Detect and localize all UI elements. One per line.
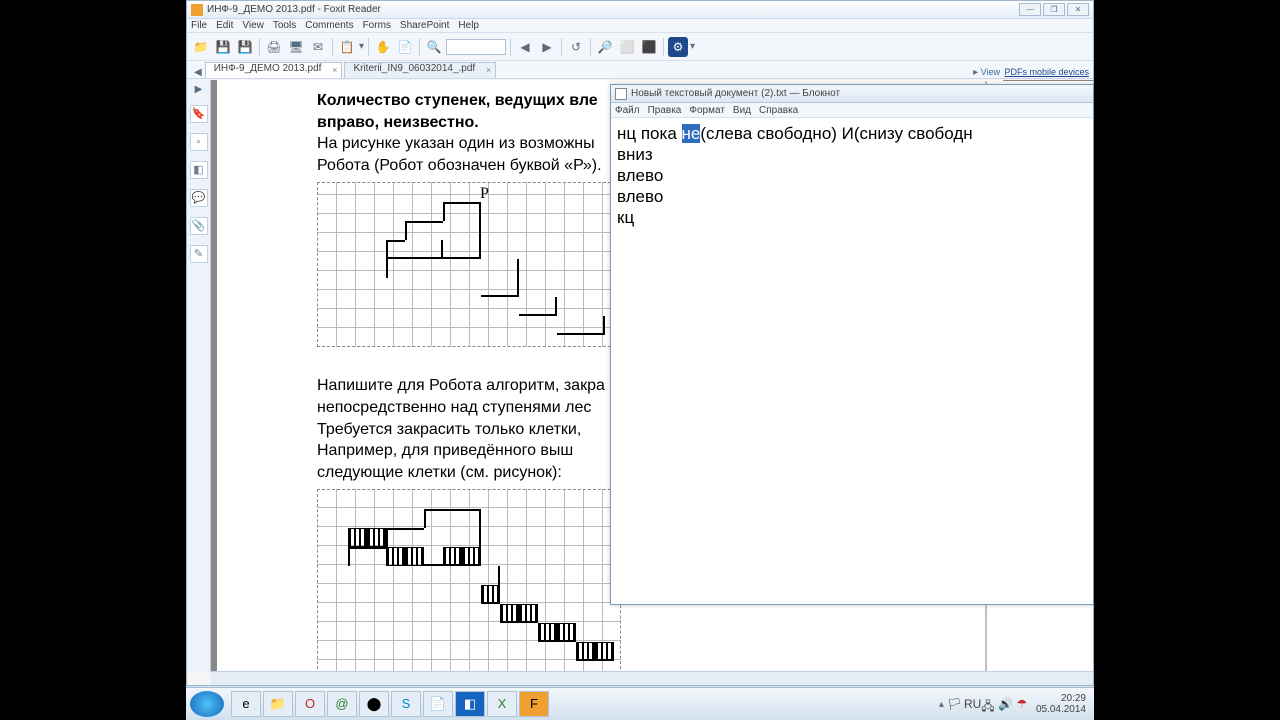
tray-clock[interactable]: 20:29 05.04.2014 [1032,693,1090,715]
task-app-icon[interactable]: ◧ [455,691,485,717]
monitor-icon[interactable]: 🖥 [286,37,306,57]
menu-help[interactable]: Help [458,20,479,31]
task-skype-icon[interactable]: S [391,691,421,717]
pages-icon[interactable]: ▫ [190,133,208,151]
task-chrome-icon[interactable]: ⬤ [359,691,389,717]
menu-view[interactable]: View [242,20,264,31]
attachments-icon[interactable]: 📎 [190,217,208,235]
np-menu-file[interactable]: Файл [615,105,640,116]
layers-icon[interactable]: ◧ [190,161,208,179]
figure-1: Р [317,182,621,347]
tray-flag-icon[interactable]: 🏳 [947,697,961,711]
toolbar: 📁 💾 💾 🖨 🖥 ✉ 📋 ▾ ✋ 📄 🔍 ◀ ▶ ↺ 🔎 ⬜ ⬛ [187,33,1093,61]
menu-forms[interactable]: Forms [363,20,391,31]
notepad-menubar: Файл Правка Формат Вид Справка [611,103,1093,118]
text-selection: не [682,124,701,143]
tray-sound-icon[interactable]: 🔊 [998,697,1012,711]
task-excel-icon[interactable]: X [487,691,517,717]
tray-expand-icon[interactable]: ▴ [939,699,944,710]
open-icon[interactable]: 📁 [191,37,211,57]
task-mail-icon[interactable]: @ [327,691,357,717]
notepad-window[interactable]: Новый текстовый документ (2).txt — Блокн… [610,84,1094,605]
np-menu-format[interactable]: Формат [689,105,725,116]
settings-icon[interactable]: ⚙ [668,37,688,57]
notepad-textarea[interactable]: нц пока не(слева свободно) И(снизу свобо… [611,118,1093,235]
hand-icon[interactable]: ✋ [373,37,393,57]
zoom-icon[interactable]: 🔎 [595,37,615,57]
prev-page-icon[interactable]: ◀ [515,37,535,57]
app-icon [191,4,203,16]
task-explorer-icon[interactable]: 📁 [263,691,293,717]
titlebar[interactable]: ИНФ-9_ДЕМО 2013.pdf - Foxit Reader — ❐ ✕ [187,1,1093,19]
task-ie-icon[interactable]: e [231,691,261,717]
close-button[interactable]: ✕ [1067,3,1089,16]
search-input[interactable] [446,39,506,55]
document-tab[interactable]: ИНФ-9_ДЕМО 2013.pdf× [205,62,343,78]
task-opera-icon[interactable]: O [295,691,325,717]
np-menu-help[interactable]: Справка [759,105,798,116]
select-text-icon[interactable]: 📄 [395,37,415,57]
save-icon[interactable]: 💾 [213,37,233,57]
menu-file[interactable]: File [191,20,207,31]
bookmarks-icon[interactable]: 🔖 [190,105,208,123]
fit-width-icon[interactable]: ⬛ [639,37,659,57]
tabbar: ◀ ИНФ-9_ДЕМО 2013.pdf× Kriterii_IN9_0603… [187,61,1093,79]
tray-network-icon[interactable]: 🖧 [981,697,995,711]
np-menu-view[interactable]: Вид [733,105,751,116]
menu-comments[interactable]: Comments [305,20,353,31]
close-tab-icon[interactable]: × [332,65,337,75]
fit-icon[interactable]: ⬜ [617,37,637,57]
email-icon[interactable]: ✉ [308,37,328,57]
signatures-icon[interactable]: ✎ [190,245,208,263]
system-tray[interactable]: ▴ 🏳 RU 🖧 🔊 ☂ 20:29 05.04.2014 [939,693,1090,715]
robot-label: Р [480,185,489,203]
task-foxit-icon[interactable]: F [519,691,549,717]
promo-link[interactable]: ▸ View PDFs mobile devices [973,67,1089,78]
tray-lang[interactable]: RU [964,697,978,711]
clipboard-icon[interactable]: 📋 [337,37,357,57]
start-button[interactable] [190,691,224,717]
minimize-button[interactable]: — [1019,3,1041,16]
next-page-icon[interactable]: ▶ [537,37,557,57]
menu-tools[interactable]: Tools [273,20,296,31]
close-tab-icon[interactable]: × [486,65,491,75]
task-notepad-icon[interactable]: 📄 [423,691,453,717]
notepad-title: Новый текстовый документ (2).txt — Блокн… [631,88,840,99]
menu-sharepoint[interactable]: SharePoint [400,20,449,31]
document-tab[interactable]: Kriterii_IN9_06032014_.pdf× [344,62,496,78]
save-all-icon[interactable]: 💾 [235,37,255,57]
maximize-button[interactable]: ❐ [1043,3,1065,16]
find-icon[interactable]: 🔍 [424,37,444,57]
rotate-left-icon[interactable]: ↺ [566,37,586,57]
print-icon[interactable]: 🖨 [264,37,284,57]
figure-2 [317,489,621,671]
sidebar: ▶ 🔖 ▫ ◧ 💬 📎 ✎ [187,80,211,672]
menubar: File Edit View Tools Comments Forms Shar… [187,19,1093,33]
taskbar[interactable]: e 📁 O @ ⬤ S 📄 ◧ X F ▴ 🏳 RU 🖧 🔊 ☂ 20:29 0… [186,687,1094,720]
scrollbar-horizontal[interactable] [211,671,1093,685]
window-title: ИНФ-9_ДЕМО 2013.pdf - Foxit Reader [207,4,381,15]
np-menu-edit[interactable]: Правка [648,105,682,116]
expand-icon[interactable]: ▶ [195,84,203,95]
menu-edit[interactable]: Edit [216,20,233,31]
notepad-icon [615,88,627,100]
comments-icon[interactable]: 💬 [190,189,208,207]
notepad-titlebar[interactable]: Новый текстовый документ (2).txt — Блокн… [611,85,1093,103]
tray-av-icon[interactable]: ☂ [1015,697,1029,711]
